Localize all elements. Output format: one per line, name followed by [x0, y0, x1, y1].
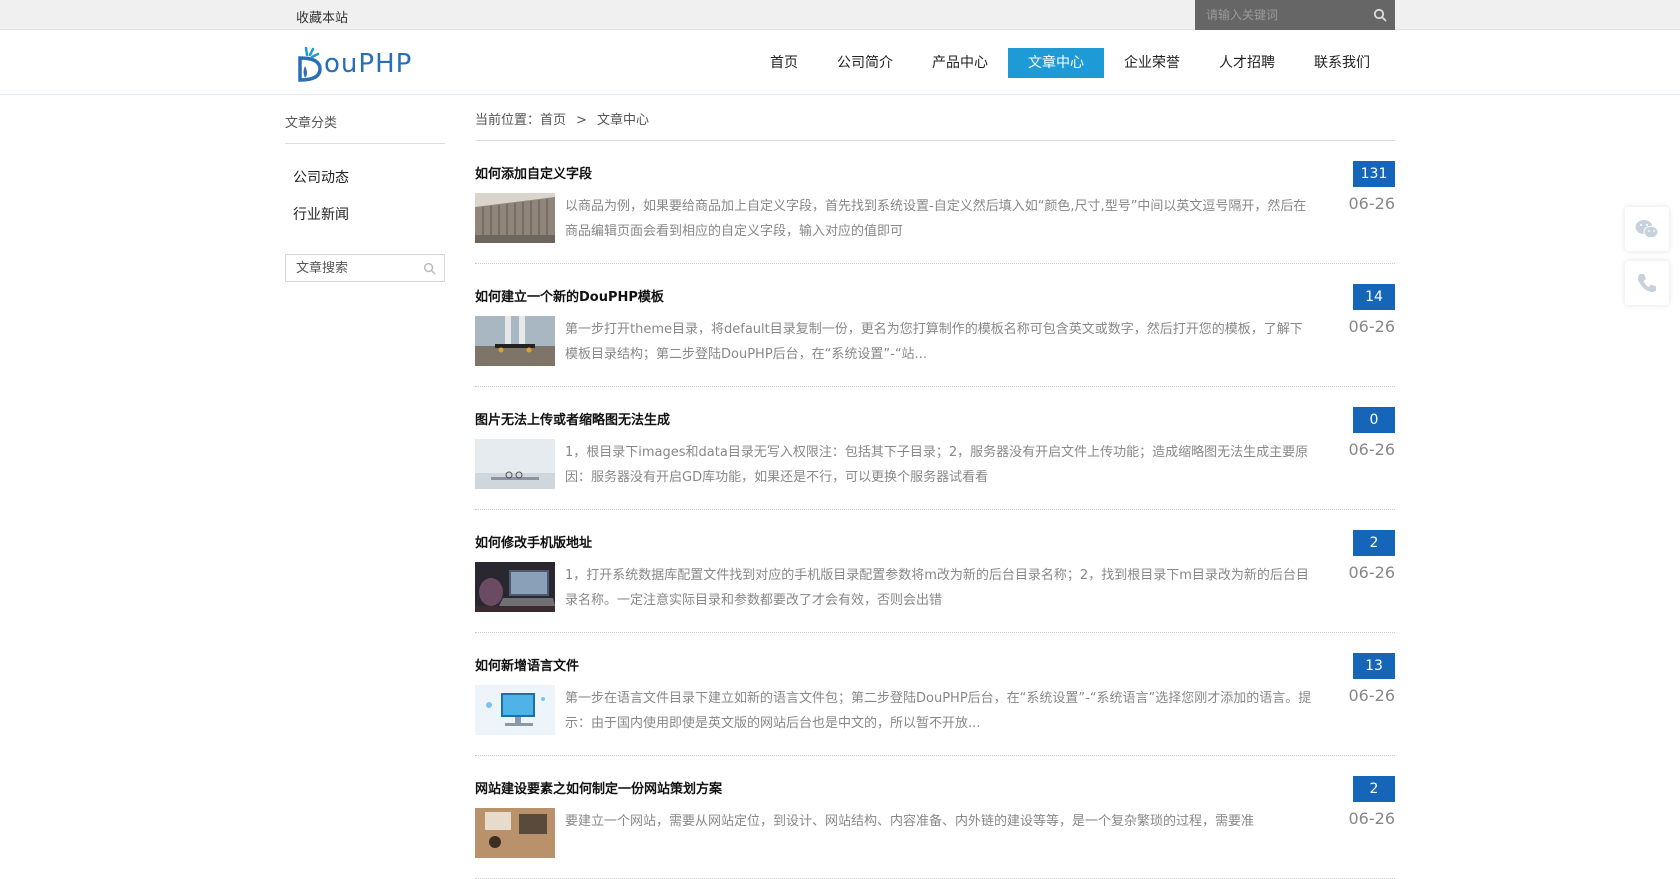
- article-item: 如何新增语言文件 第一步在语言文件目录下建立如新的语言文件包；第二步登陆DouP…: [475, 633, 1395, 756]
- sidebar-title: 文章分类: [285, 112, 445, 144]
- article-date: 06-26: [1348, 194, 1396, 213]
- computer-thumbnail[interactable]: [475, 685, 555, 735]
- laptop-thumbnail[interactable]: [475, 562, 555, 612]
- breadcrumb-home-link[interactable]: 首页: [540, 113, 566, 128]
- logo-text: ouPHP: [324, 49, 413, 79]
- site-logo[interactable]: ouPHP: [296, 44, 426, 84]
- nav-item-honors[interactable]: 企业荣誉: [1105, 48, 1199, 78]
- article-date: 06-26: [1348, 686, 1396, 705]
- nav-item-about[interactable]: 公司简介: [818, 48, 912, 78]
- top-bar: 收藏本站: [0, 0, 1680, 30]
- view-count-badge: 13: [1353, 653, 1395, 679]
- article-item: 图片无法上传或者缩略图无法生成 1，根目录下images和data目录无写入权限…: [475, 387, 1395, 510]
- bookmark-site-link[interactable]: 收藏本站: [296, 7, 348, 26]
- breadcrumb-prefix: 当前位置：: [475, 113, 541, 128]
- nav-item-articles[interactable]: 文章中心: [1008, 48, 1104, 78]
- view-count-badge: 2: [1353, 530, 1395, 556]
- breadcrumb: 当前位置：首页 > 文章中心: [475, 101, 1395, 141]
- view-count-badge: 131: [1353, 161, 1395, 187]
- article-date: 06-26: [1348, 317, 1396, 336]
- article-summary: 要建立一个网站，需要从网站定位，到设计、网站结构、内容准备、内外链的建设等等，是…: [565, 814, 1255, 829]
- nav-item-jobs[interactable]: 人才招聘: [1200, 48, 1294, 78]
- article-summary: 第一步打开theme目录，将default目录复制一份，更名为您打算制作的模板名…: [565, 322, 1303, 362]
- view-count-badge: 14: [1353, 284, 1395, 310]
- article-date: 06-26: [1348, 563, 1396, 582]
- category-item-company-news[interactable]: 公司动态: [285, 160, 445, 197]
- article-summary: 1，根目录下images和data目录无写入权限注：包括其下子目录；2，服务器没…: [565, 445, 1309, 485]
- article-item: 网站建设要素之如何制定一份网站策划方案 要建立一个网站，需要从网站定位，到设计、…: [475, 756, 1395, 879]
- nav-item-products[interactable]: 产品中心: [913, 48, 1007, 78]
- top-search-input[interactable]: [1195, 0, 1355, 30]
- phone-icon: [1638, 274, 1656, 292]
- article-summary: 第一步在语言文件目录下建立如新的语言文件包；第二步登陆DouPHP后台，在“系统…: [565, 691, 1312, 731]
- article-summary: 1，打开系统数据库配置文件找到对应的手机版目录配置参数将m改为新的后台目录名称；…: [565, 568, 1309, 608]
- breadcrumb-separator: >: [576, 113, 587, 128]
- wechat-icon: [1635, 220, 1659, 239]
- article-date: 06-26: [1348, 440, 1396, 459]
- view-count-badge: 2: [1353, 776, 1395, 802]
- building-thumbnail[interactable]: [475, 193, 555, 243]
- search-icon[interactable]: [423, 262, 436, 275]
- nav-item-contact[interactable]: 联系我们: [1295, 48, 1389, 78]
- glasses-thumbnail[interactable]: [475, 439, 555, 489]
- nav-item-home[interactable]: 首页: [751, 48, 817, 78]
- article-search-input[interactable]: [286, 255, 416, 281]
- article-title[interactable]: 如何新增语言文件: [475, 655, 579, 674]
- article-item: 如何添加自定义字段 以商品为例，如果要给商品加上自定义字段，首先找到系统设置-自…: [475, 141, 1395, 264]
- breadcrumb-current[interactable]: 文章中心: [597, 113, 649, 128]
- article-title[interactable]: 图片无法上传或者缩略图无法生成: [475, 409, 670, 428]
- top-search-box: [1195, 0, 1395, 30]
- search-icon[interactable]: [1373, 8, 1387, 22]
- article-date: 06-26: [1348, 809, 1396, 828]
- category-list: 公司动态 行业新闻: [285, 160, 445, 234]
- sidebar: 文章分类 公司动态 行业新闻: [285, 112, 445, 282]
- article-title[interactable]: 如何建立一个新的DouPHP模板: [475, 286, 664, 305]
- category-item-industry-news[interactable]: 行业新闻: [285, 197, 445, 234]
- article-title[interactable]: 如何修改手机版地址: [475, 532, 592, 551]
- article-item: 如何建立一个新的DouPHP模板 第一步打开theme目录，将default目录…: [475, 264, 1395, 387]
- skateboard-thumbnail[interactable]: [475, 316, 555, 366]
- site-header: ouPHP 首页 公司简介 产品中心 文章中心 企业荣誉 人才招聘 联系我们: [0, 30, 1680, 95]
- phone-float-button[interactable]: [1625, 261, 1669, 305]
- main-nav: 首页 公司简介 产品中心 文章中心 企业荣誉 人才招聘 联系我们: [751, 48, 1390, 78]
- article-item: 如何修改手机版地址 1，打开系统数据库配置文件找到对应的手机版目录配置参数将m改…: [475, 510, 1395, 633]
- article-title[interactable]: 网站建设要素之如何制定一份网站策划方案: [475, 778, 722, 797]
- article-search-box: [285, 254, 445, 282]
- main-content: 当前位置：首页 > 文章中心 如何添加自定义字段 以商品为例，如果要给商品加上自定义…: [475, 112, 1395, 879]
- wechat-float-button[interactable]: [1625, 207, 1669, 251]
- article-summary: 以商品为例，如果要给商品加上自定义字段，首先找到系统设置-自定义然后填入如“颜色…: [565, 199, 1307, 239]
- desk-thumbnail[interactable]: [475, 808, 555, 858]
- article-title[interactable]: 如何添加自定义字段: [475, 163, 592, 182]
- view-count-badge: 0: [1353, 407, 1395, 433]
